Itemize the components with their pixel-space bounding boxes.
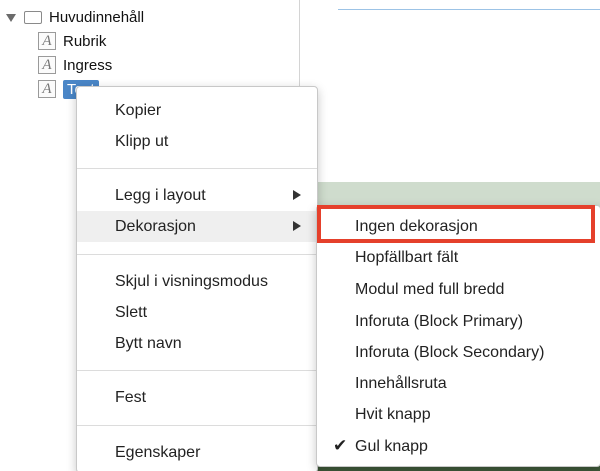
menu-item-slett[interactable]: Slett bbox=[77, 297, 317, 328]
menu-item-label: Dekorasjon bbox=[115, 217, 196, 235]
submenu-item-label: Hopfällbart fält bbox=[355, 248, 459, 266]
tree-item-rubrik[interactable]: A Rubrik bbox=[38, 30, 106, 52]
menu-item-dekorasjon[interactable]: Dekorasjon bbox=[77, 211, 317, 242]
menu-item-label: Legg i layout bbox=[115, 186, 206, 204]
page: Huvudinnehåll A Rubrik A Ingress A Text … bbox=[0, 0, 600, 471]
context-menu: Kopier Klipp ut Legg i layout Dekorasjon… bbox=[76, 86, 318, 471]
submenu-item-label: Ingen dekorasjon bbox=[355, 217, 478, 235]
menu-separator bbox=[77, 425, 317, 426]
menu-item-label: Bytt navn bbox=[115, 334, 182, 352]
submenu-item-inforuta-block-secondary[interactable]: Inforuta (Block Secondary) bbox=[317, 337, 600, 368]
menu-item-egenskaper[interactable]: Egenskaper bbox=[77, 437, 317, 468]
menu-item-label: Egenskaper bbox=[115, 443, 201, 461]
submenu-item-hopfallbart-falt[interactable]: Hopfällbart fält bbox=[317, 242, 600, 273]
submenu-item-label: Inforuta (Block Primary) bbox=[355, 312, 524, 330]
submenu-arrow-icon bbox=[293, 221, 301, 231]
submenu-item-modul-med-full-bredd[interactable]: Modul med full bredd bbox=[317, 274, 600, 305]
menu-separator bbox=[77, 254, 317, 255]
submenu-item-ingen-dekorasjon[interactable]: Ingen dekorasjon bbox=[317, 211, 600, 242]
menu-item-label: Skjul i visningsmodus bbox=[115, 272, 268, 290]
menu-separator bbox=[77, 168, 317, 169]
menu-item-label: Klipp ut bbox=[115, 132, 169, 150]
content-divider bbox=[338, 9, 600, 10]
text-icon: A bbox=[38, 56, 56, 74]
menu-separator bbox=[77, 370, 317, 371]
menu-item-skjul-i-visningsmodus[interactable]: Skjul i visningsmodus bbox=[77, 266, 317, 297]
submenu-item-label: Hvit knapp bbox=[355, 405, 431, 423]
decoration-submenu: Ingen dekorasjon Hopfällbart fält Modul … bbox=[316, 205, 600, 467]
submenu-item-gul-knapp[interactable]: ✔ Gul knapp bbox=[317, 431, 600, 462]
submenu-item-inforuta-block-primary[interactable]: Inforuta (Block Primary) bbox=[317, 306, 600, 337]
menu-item-kopier[interactable]: Kopier bbox=[77, 95, 317, 126]
container-icon bbox=[24, 10, 42, 24]
submenu-item-label: Inforuta (Block Secondary) bbox=[355, 343, 545, 361]
menu-item-fest[interactable]: Fest bbox=[77, 382, 317, 413]
menu-item-label: Slett bbox=[115, 303, 148, 321]
tree-item-ingress[interactable]: A Ingress bbox=[38, 54, 112, 76]
submenu-item-label: Modul med full bredd bbox=[355, 280, 505, 298]
submenu-item-label: Gul knapp bbox=[355, 437, 428, 455]
submenu-arrow-icon bbox=[293, 190, 301, 200]
text-icon: A bbox=[38, 80, 56, 98]
menu-item-bytt-navn[interactable]: Bytt navn bbox=[77, 328, 317, 359]
tree-item-label: Ingress bbox=[63, 56, 113, 74]
menu-item-legg-i-layout[interactable]: Legg i layout bbox=[77, 180, 317, 211]
expand-caret-icon[interactable] bbox=[6, 13, 16, 22]
tree-item-huvudinnehall[interactable]: Huvudinnehåll bbox=[6, 6, 144, 28]
tree-item-label: Huvudinnehåll bbox=[49, 8, 145, 26]
submenu-item-label: Innehållsruta bbox=[355, 374, 447, 392]
menu-item-label: Fest bbox=[115, 388, 147, 406]
menu-item-klipp-ut[interactable]: Klipp ut bbox=[77, 126, 317, 157]
menu-item-label: Kopier bbox=[115, 101, 162, 119]
checkmark-icon: ✔ bbox=[333, 436, 348, 455]
submenu-item-innehallsruta[interactable]: Innehållsruta bbox=[317, 368, 600, 399]
submenu-item-hvit-knapp[interactable]: Hvit knapp bbox=[317, 399, 600, 430]
tree-item-label: Rubrik bbox=[63, 32, 107, 50]
text-icon: A bbox=[38, 32, 56, 50]
